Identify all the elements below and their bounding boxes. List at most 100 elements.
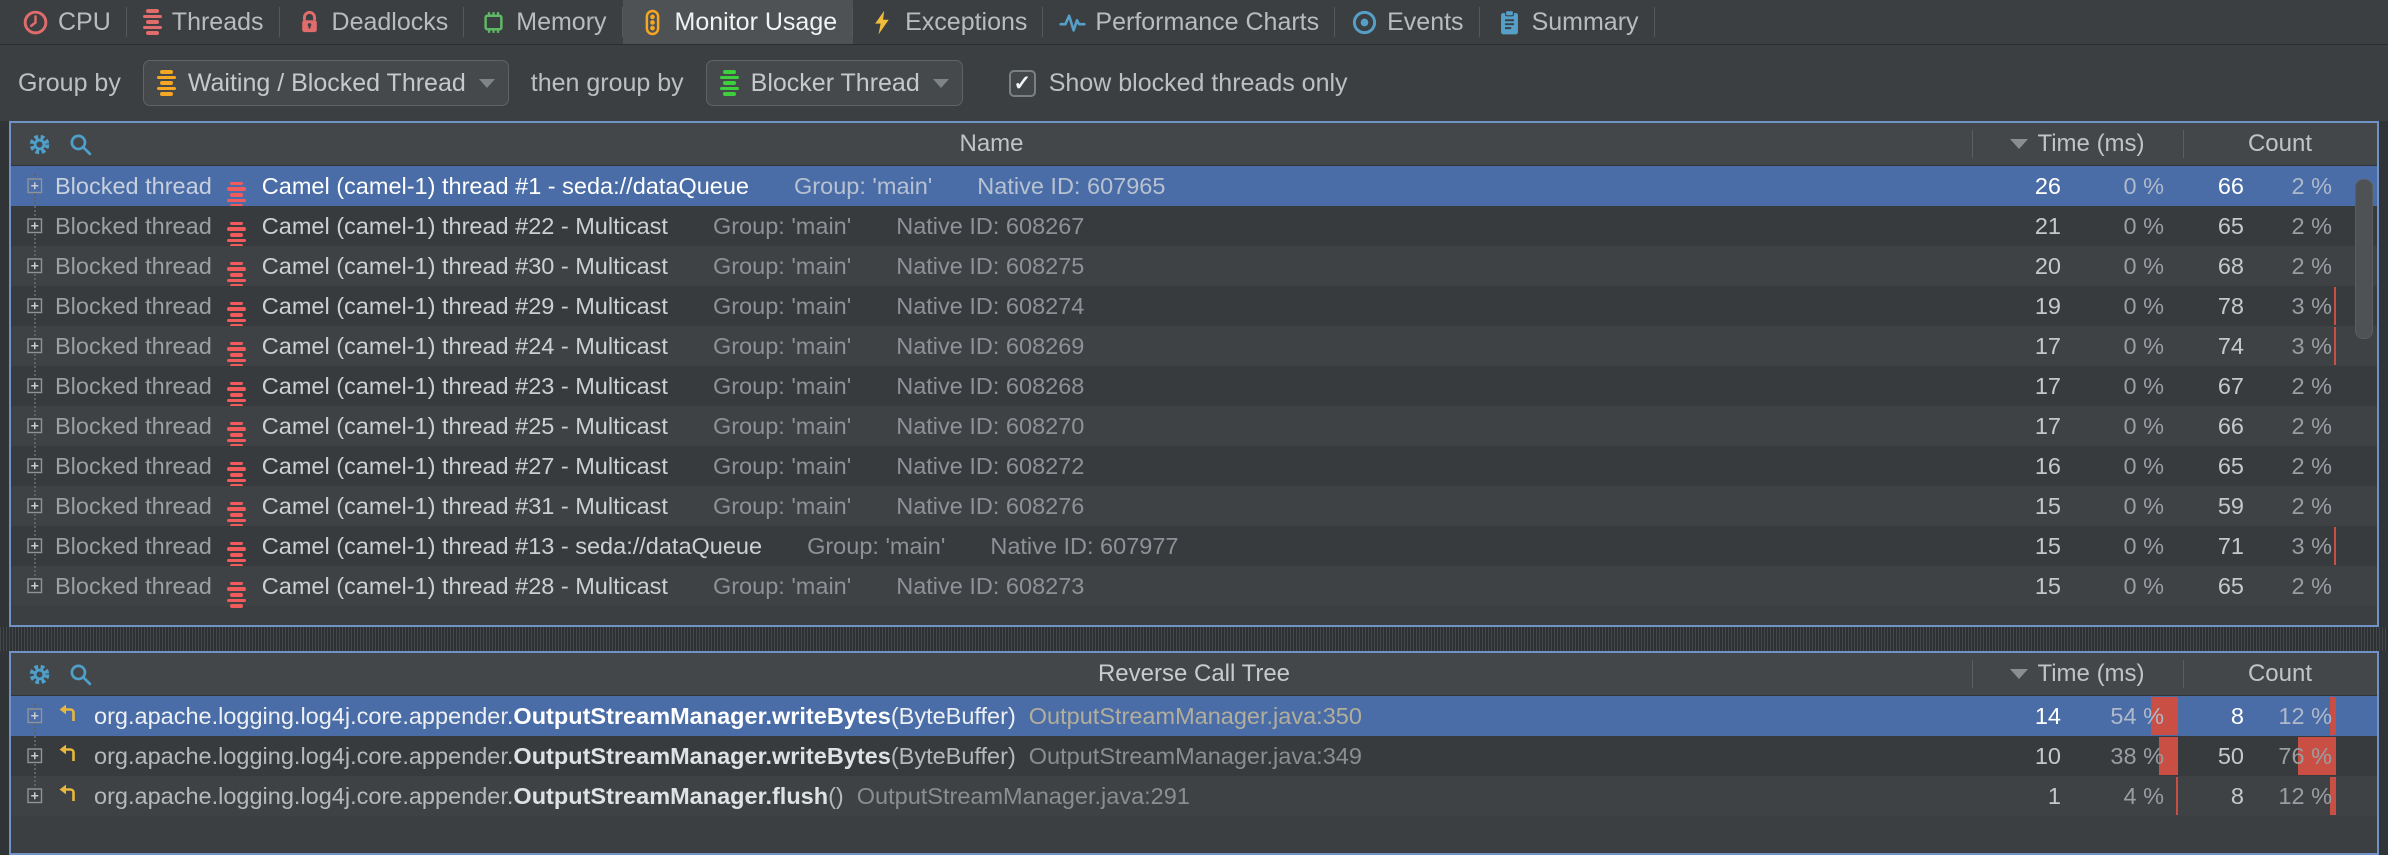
blocked-thread-icon [227, 484, 247, 527]
blocked-thread-icon [227, 244, 247, 287]
blocked-thread-icon [227, 444, 247, 487]
group-by-value: Waiting / Blocked Thread [188, 69, 466, 98]
row-kind-label: Blocked thread [55, 293, 212, 320]
thread-name: Camel (camel-1) thread #23 - Multicast [262, 373, 668, 400]
thread-name: Camel (camel-1) thread #25 - Multicast [262, 413, 668, 440]
column-header-count[interactable]: Count [2183, 660, 2377, 688]
thread-row[interactable]: Blocked threadCamel (camel-1) thread #27… [11, 446, 2377, 486]
thread-row[interactable]: Blocked threadCamel (camel-1) thread #31… [11, 486, 2377, 526]
tab-label: Performance Charts [1095, 8, 1319, 37]
time-value: 17 [1963, 366, 2073, 406]
expand-icon[interactable] [27, 338, 43, 354]
thread-row[interactable]: Blocked thread Camel (camel-1) thread #25… [11, 406, 2377, 446]
show-blocked-checkbox-wrap[interactable]: ✓ Show blocked threads only [1009, 69, 1348, 98]
tab-monitor-usage[interactable]: Monitor Usage [623, 0, 854, 44]
threads-icon [143, 9, 163, 35]
thread-name: Camel (camel-1) thread #27 - Multicast [262, 453, 668, 480]
time-value: 17 [1963, 406, 2073, 446]
tab-memory[interactable]: Memory [464, 0, 622, 44]
expand-icon[interactable] [27, 748, 43, 764]
column-header-name[interactable]: Name [11, 130, 1972, 158]
time-value: 16 [1963, 446, 2073, 486]
count-percent: 3 % [2248, 526, 2336, 566]
time-value: 1 [1963, 776, 2073, 816]
thread-row[interactable]: Blocked threadCamel (camel-1) thread #29… [11, 286, 2377, 326]
expand-icon[interactable] [27, 538, 43, 554]
expand-icon[interactable] [27, 578, 43, 594]
vertical-scrollbar[interactable] [2355, 179, 2373, 339]
tab-exceptions[interactable]: Exceptions [853, 0, 1043, 44]
row-kind-label: Blocked thread [55, 413, 212, 440]
blocked-threads-panel: Name Time (ms) Count Blocked threadCamel… [9, 121, 2379, 627]
time-value: 20 [1963, 246, 2073, 286]
thread-row[interactable]: Blocked threadCamel (camel-1) thread #13… [11, 526, 2377, 566]
blocked-thread-icon [227, 564, 247, 607]
column-header-time[interactable]: Time (ms) [1972, 660, 2183, 688]
time-value: 15 [1963, 486, 2073, 526]
blocked-thread-icon [227, 324, 247, 367]
threads-table-header: Name Time (ms) Count [11, 123, 2377, 166]
thread-native-id: Native ID: 608273 [896, 573, 1084, 600]
panel-splitter[interactable] [0, 627, 2388, 651]
count-percent: 2 % [2248, 166, 2336, 206]
tab-deadlocks[interactable]: Deadlocks [280, 0, 465, 44]
thread-native-id: Native ID: 608275 [896, 253, 1084, 280]
count-percent: 2 % [2248, 446, 2336, 486]
expand-icon[interactable] [27, 788, 43, 804]
row-kind-label: Blocked thread [55, 493, 212, 520]
row-kind-label: Blocked thread [55, 253, 212, 280]
call-tree-row[interactable]: org.apache.logging.log4j.core.appender.O… [11, 736, 2377, 776]
threads-table-rows: Blocked thread Camel (camel-1) thread #1 … [11, 166, 2377, 606]
thread-group: Group: 'main' [713, 413, 851, 440]
thread-native-id: Native ID: 608276 [896, 493, 1084, 520]
column-header-count[interactable]: Count [2183, 130, 2377, 158]
thread-row[interactable]: Blocked threadCamel (camel-1) thread #28… [11, 566, 2377, 606]
sort-desc-icon [2010, 139, 2028, 149]
thread-name: Camel (camel-1) thread #22 - Multicast [262, 213, 668, 240]
group-by-dropdown[interactable]: Waiting / Blocked Thread [143, 60, 509, 106]
call-tree-row[interactable]: org.apache.logging.log4j.core.appender.O… [11, 776, 2377, 816]
expand-icon[interactable] [27, 498, 43, 514]
expand-icon[interactable] [27, 708, 43, 724]
blocker-thread-value: Blocker Thread [751, 69, 920, 98]
expand-icon[interactable] [27, 298, 43, 314]
tab-performance-charts[interactable]: Performance Charts [1043, 0, 1335, 44]
expand-icon[interactable] [27, 258, 43, 274]
tab-summary[interactable]: Summary [1480, 0, 1655, 44]
thread-group: Group: 'main' [713, 493, 851, 520]
row-kind-label: Blocked thread [55, 533, 212, 560]
groupby-toolbar: Group by Waiting / Blocked Thread then g… [0, 45, 2388, 121]
thread-name: Camel (camel-1) thread #1 - seda://dataQ… [262, 173, 749, 200]
tab-events[interactable]: Events [1335, 0, 1479, 44]
tab-label: Deadlocks [332, 8, 449, 37]
thread-row[interactable]: Blocked thread Camel (camel-1) thread #23… [11, 366, 2377, 406]
tab-threads[interactable]: Threads [127, 0, 280, 44]
thread-row[interactable]: Blocked threadCamel (camel-1) thread #24… [11, 326, 2377, 366]
call-tree-row[interactable]: org.apache.logging.log4j.core.appender.O… [11, 696, 2377, 736]
thread-group: Group: 'main' [713, 333, 851, 360]
row-kind-label: Blocked thread [55, 373, 212, 400]
thread-row[interactable]: Blocked threadCamel (camel-1) thread #30… [11, 246, 2377, 286]
expand-icon[interactable] [27, 178, 43, 194]
thread-row[interactable]: Blocked threadCamel (camel-1) thread #1 … [11, 166, 2377, 206]
expand-icon[interactable] [27, 218, 43, 234]
column-header-time[interactable]: Time (ms) [1972, 130, 2183, 158]
count-percent: 2 % [2248, 366, 2336, 406]
tab-label: CPU [58, 8, 111, 37]
time-value: 26 [1963, 166, 2073, 206]
expand-icon[interactable] [27, 378, 43, 394]
time-value: 15 [1963, 526, 2073, 566]
expand-icon[interactable] [27, 418, 43, 434]
tab-cpu[interactable]: CPU [6, 0, 127, 44]
expand-icon[interactable] [27, 458, 43, 474]
summary-clipboard-icon [1496, 9, 1523, 36]
thread-native-id: Native ID: 607977 [990, 533, 1178, 560]
show-blocked-checkbox[interactable]: ✓ [1009, 70, 1036, 97]
thread-group: Group: 'main' [713, 573, 851, 600]
row-kind-label: Blocked thread [55, 333, 212, 360]
blocked-thread-icon [227, 284, 247, 327]
thread-row[interactable]: Blocked threadCamel (camel-1) thread #22… [11, 206, 2377, 246]
blocker-thread-dropdown[interactable]: Blocker Thread [706, 60, 963, 106]
tab-label: Memory [516, 8, 606, 37]
method-signature: org.apache.logging.log4j.core.appender.O… [94, 703, 1362, 730]
